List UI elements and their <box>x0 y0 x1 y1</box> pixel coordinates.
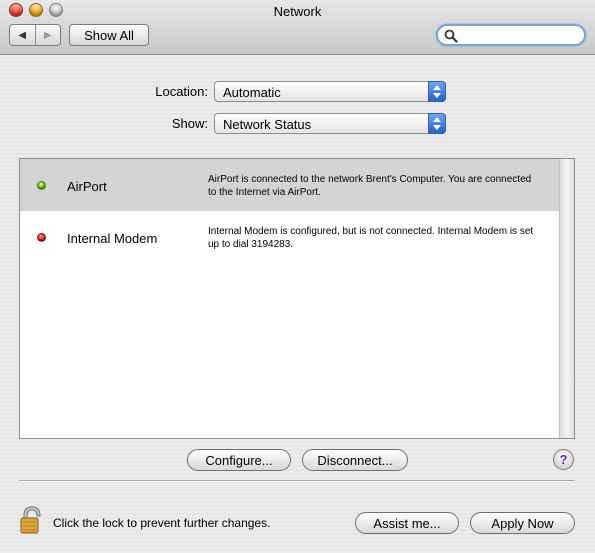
configure-button[interactable]: Configure... <box>187 449 291 471</box>
back-arrow-icon: ◀ <box>18 29 27 41</box>
assist-me-button[interactable]: Assist me... <box>355 512 459 534</box>
show-popup[interactable]: Network Status <box>214 113 446 134</box>
service-name: AirPort <box>67 179 107 194</box>
forward-arrow-icon: ▶ <box>43 29 52 41</box>
show-all-button[interactable]: Show All <box>69 24 149 46</box>
help-button[interactable]: ? <box>553 449 574 470</box>
search-field[interactable] <box>436 24 586 46</box>
footer-divider <box>19 480 575 482</box>
location-label: Location: <box>155 84 208 99</box>
popup-arrows-icon <box>428 81 446 102</box>
show-label: Show: <box>171 116 208 131</box>
status-indicator-icon <box>37 181 46 190</box>
vertical-scrollbar[interactable] <box>559 159 574 438</box>
service-name: Internal Modem <box>67 231 158 246</box>
window-toolbar: Network ◀ ▶ Show All <box>0 0 595 55</box>
status-indicator-icon <box>37 233 46 242</box>
status-row-airport[interactable]: AirPort AirPort is connected to the netw… <box>20 159 559 211</box>
show-value: Network Status <box>223 117 312 132</box>
apply-now-button[interactable]: Apply Now <box>470 512 575 534</box>
status-row-internal-modem[interactable]: Internal Modem Internal Modem is configu… <box>20 211 559 263</box>
forward-button[interactable]: ▶ <box>36 25 61 45</box>
network-status-list: AirPort AirPort is connected to the netw… <box>19 158 575 439</box>
padlock-icon[interactable] <box>19 505 45 535</box>
magnifier-icon <box>444 29 458 43</box>
lock-status-text: Click the lock to prevent further change… <box>53 516 271 530</box>
question-mark-icon: ? <box>559 452 568 467</box>
window-title: Network <box>273 4 322 19</box>
network-preferences-window: Network ◀ ▶ Show All Location: Automatic <box>0 0 595 553</box>
service-description: AirPort is connected to the network Bren… <box>208 174 532 198</box>
location-popup[interactable]: Automatic <box>214 81 446 102</box>
back-button[interactable]: ◀ <box>10 25 35 45</box>
search-input[interactable] <box>460 28 582 44</box>
service-description: Internal Modem is configured, but is not… <box>208 226 534 250</box>
disconnect-button[interactable]: Disconnect... <box>302 449 408 471</box>
popup-arrows-icon <box>428 113 446 134</box>
location-value: Automatic <box>223 85 281 100</box>
back-forward-control: ◀ ▶ <box>9 24 61 46</box>
